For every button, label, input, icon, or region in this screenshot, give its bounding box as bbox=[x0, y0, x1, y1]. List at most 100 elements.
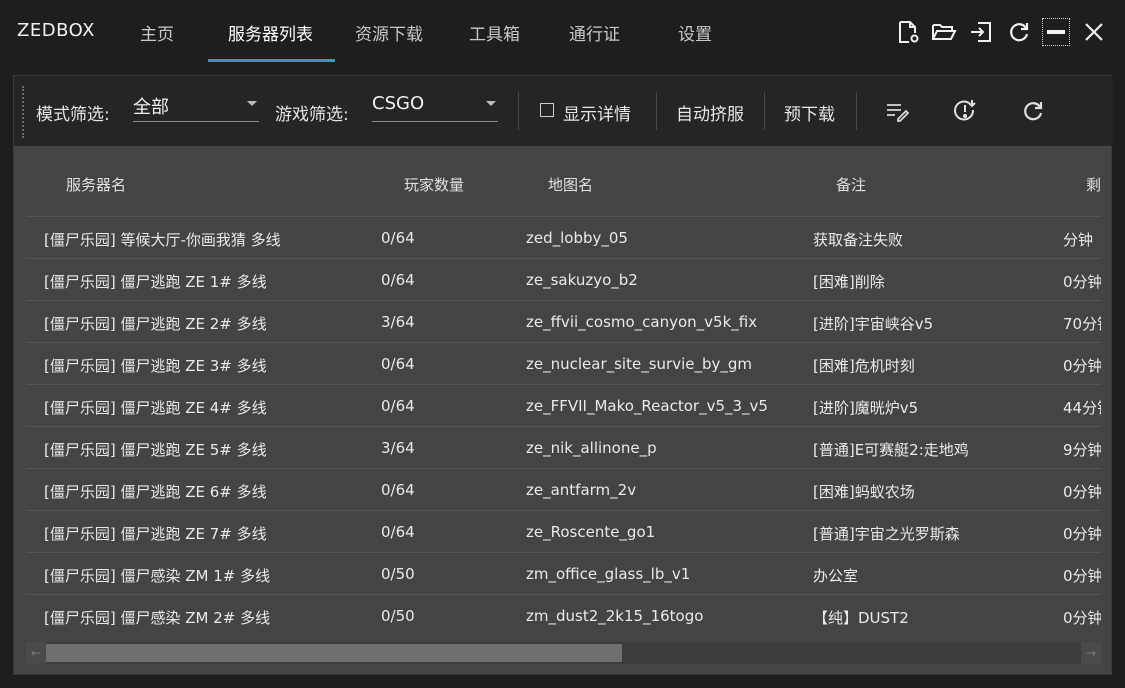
cell-server-name: [僵尸乐园] 僵尸逃跑 ZE 6# 多线 bbox=[44, 483, 267, 501]
cell-players: 0/64 bbox=[381, 355, 415, 373]
scroll-left-arrow-icon[interactable]: ← bbox=[26, 642, 46, 664]
toolbar-divider bbox=[856, 92, 857, 130]
cell-server-name: [僵尸乐园] 僵尸逃跑 ZE 2# 多线 bbox=[44, 315, 267, 333]
active-tab-indicator bbox=[208, 59, 335, 62]
column-header-map[interactable]: 地图名 bbox=[548, 174, 593, 195]
cell-note: 办公室 bbox=[813, 567, 859, 585]
table-row[interactable]: [僵尸乐园] 僵尸逃跑 ZE 5# 多线 3/64 ze_nik_allinone_… bbox=[26, 426, 1101, 468]
server-table-body: [僵尸乐园] 等候大厅-你画我猜 多线 0/64 zed_lobby_05 获取备注失… bbox=[26, 216, 1101, 636]
table-row[interactable]: [僵尸乐园] 僵尸逃跑 ZE 4# 多线 0/64 ze_FFVII_Mako_Re… bbox=[26, 384, 1101, 426]
cell-players: 3/64 bbox=[381, 313, 415, 331]
cell-map: ze_nik_allinone_p bbox=[526, 439, 657, 457]
cell-note: [进阶]宇宙峡谷v5 bbox=[813, 315, 934, 333]
edit-list-icon[interactable] bbox=[885, 98, 911, 124]
toolbar-divider bbox=[764, 92, 765, 130]
cell-remaining: 0分钟 bbox=[1063, 609, 1101, 627]
game-filter-select[interactable]: CSGO bbox=[372, 92, 498, 122]
table-row[interactable]: [僵尸乐园] 僵尸感染 ZM 1# 多线 0/50 zm_office_glass_… bbox=[26, 552, 1101, 594]
cell-map: zed_lobby_05 bbox=[526, 229, 628, 247]
cell-remaining: 分钟 bbox=[1063, 231, 1094, 249]
cell-server-name: [僵尸乐园] 僵尸感染 ZM 2# 多线 bbox=[44, 609, 271, 627]
toolbar-grip[interactable] bbox=[22, 86, 24, 138]
table-row[interactable]: [僵尸乐园] 僵尸感染 ZM 2# 多线 0/50 zm_dust2_2k15_16… bbox=[26, 594, 1101, 636]
table-row[interactable]: [僵尸乐园] 僵尸逃跑 ZE 3# 多线 0/64 ze_nuclear_site_… bbox=[26, 342, 1101, 384]
cell-players: 0/64 bbox=[381, 397, 415, 415]
table-row[interactable]: [僵尸乐园] 等候大厅-你画我猜 多线 0/64 zed_lobby_05 获取备注失… bbox=[26, 216, 1101, 258]
cell-players: 0/64 bbox=[381, 271, 415, 289]
cell-players: 0/50 bbox=[381, 565, 415, 583]
filter-toolbar: 模式筛选: 全部 游戏筛选: CSGO 显示详情 自动挤服 预下载 bbox=[14, 76, 1113, 146]
file-settings-icon[interactable] bbox=[894, 18, 922, 46]
column-header-server-name[interactable]: 服务器名 bbox=[66, 174, 126, 195]
cell-note: 【纯】DUST2 bbox=[813, 609, 909, 627]
toolbar-divider bbox=[518, 92, 519, 130]
show-details-checkbox[interactable] bbox=[540, 103, 554, 117]
close-icon[interactable] bbox=[1080, 18, 1108, 46]
app-brand: ZEDBOX bbox=[17, 20, 95, 41]
horizontal-scrollbar[interactable]: ← → bbox=[26, 642, 1101, 664]
cell-remaining: 44分钟 bbox=[1063, 399, 1101, 417]
mode-filter-label: 模式筛选: bbox=[36, 105, 110, 125]
tab-resource-download[interactable]: 资源下载 bbox=[355, 20, 423, 45]
cell-note: [普通]E可赛艇2:走地鸡 bbox=[813, 441, 969, 459]
game-filter-value: CSGO bbox=[372, 93, 425, 114]
cell-server-name: [僵尸乐园] 僵尸逃跑 ZE 3# 多线 bbox=[44, 357, 267, 375]
cell-players: 0/64 bbox=[381, 481, 415, 499]
cell-remaining: 0分钟 bbox=[1063, 483, 1101, 501]
chevron-down-icon bbox=[247, 101, 257, 106]
minimize-icon[interactable] bbox=[1042, 18, 1070, 46]
cell-server-name: [僵尸乐园] 僵尸感染 ZM 1# 多线 bbox=[44, 567, 271, 585]
tab-server-list[interactable]: 服务器列表 bbox=[228, 20, 313, 45]
game-filter-label: 游戏筛选: bbox=[275, 105, 349, 125]
table-header: 服务器名 玩家数量 地图名 备注 剩 bbox=[26, 148, 1101, 216]
show-details-label[interactable]: 显示详情 bbox=[563, 100, 631, 125]
server-list-panel: 模式筛选: 全部 游戏筛选: CSGO 显示详情 自动挤服 预下载 服务器名 玩… bbox=[13, 75, 1113, 675]
refresh-list-icon[interactable] bbox=[1020, 98, 1046, 124]
exit-icon[interactable] bbox=[967, 18, 995, 46]
scroll-right-arrow-icon[interactable]: → bbox=[1081, 642, 1101, 664]
cell-note: [困难]危机时刻 bbox=[813, 357, 915, 375]
cell-remaining: 0分钟 bbox=[1063, 525, 1101, 543]
tab-settings[interactable]: 设置 bbox=[678, 20, 712, 45]
table-row[interactable]: [僵尸乐园] 僵尸逃跑 ZE 6# 多线 0/64 ze_antfarm_2v [困难… bbox=[26, 468, 1101, 510]
cell-note: [困难]蚂蚁农场 bbox=[813, 483, 915, 501]
tab-home[interactable]: 主页 bbox=[140, 20, 174, 45]
cell-note: [困难]削除 bbox=[813, 273, 885, 291]
auto-join-button[interactable]: 自动挤服 bbox=[676, 100, 744, 125]
cell-players: 3/64 bbox=[381, 439, 415, 457]
cell-map: ze_ffvii_cosmo_canyon_v5k_fix bbox=[526, 313, 758, 331]
cell-map: ze_sakuzyo_b2 bbox=[526, 271, 638, 289]
refresh-icon[interactable] bbox=[1005, 18, 1033, 46]
predownload-button[interactable]: 预下载 bbox=[784, 100, 835, 125]
tab-pass[interactable]: 通行证 bbox=[569, 20, 620, 45]
cell-remaining: 0分钟 bbox=[1063, 273, 1101, 291]
cell-remaining: 9分钟 bbox=[1063, 441, 1101, 459]
table-row[interactable]: [僵尸乐园] 僵尸逃跑 ZE 7# 多线 0/64 ze_Roscente_go1 [… bbox=[26, 510, 1101, 552]
mode-filter-select[interactable]: 全部 bbox=[133, 92, 259, 122]
chevron-down-icon bbox=[486, 101, 496, 106]
cell-map: ze_Roscente_go1 bbox=[526, 523, 656, 541]
column-header-note[interactable]: 备注 bbox=[836, 174, 866, 195]
scrollbar-thumb[interactable] bbox=[46, 644, 622, 662]
cell-remaining: 70分钟 bbox=[1063, 315, 1101, 333]
cell-players: 0/64 bbox=[381, 229, 415, 247]
table-row[interactable]: [僵尸乐园] 僵尸逃跑 ZE 1# 多线 0/64 ze_sakuzyo_b2 [困难… bbox=[26, 258, 1101, 300]
table-row[interactable]: [僵尸乐园] 僵尸逃跑 ZE 2# 多线 3/64 ze_ffvii_cosmo_c… bbox=[26, 300, 1101, 342]
cell-server-name: [僵尸乐园] 僵尸逃跑 ZE 7# 多线 bbox=[44, 525, 267, 543]
cell-server-name: [僵尸乐园] 等候大厅-你画我猜 多线 bbox=[44, 231, 281, 249]
cell-map: ze_FFVII_Mako_Reactor_v5_3_v5 bbox=[526, 397, 768, 415]
cell-note: 获取备注失败 bbox=[813, 231, 904, 249]
cell-map: zm_dust2_2k15_16togo bbox=[526, 607, 704, 625]
cell-map: zm_office_glass_lb_v1 bbox=[526, 565, 691, 583]
tab-toolbox[interactable]: 工具箱 bbox=[469, 20, 520, 45]
cell-server-name: [僵尸乐园] 僵尸逃跑 ZE 4# 多线 bbox=[44, 399, 267, 417]
title-bar: ZEDBOX 主页 服务器列表 资源下载 工具箱 通行证 设置 bbox=[0, 0, 1125, 62]
alert-download-icon[interactable] bbox=[952, 98, 978, 124]
cell-note: [普通]宇宙之光罗斯森 bbox=[813, 525, 960, 543]
column-header-remaining[interactable]: 剩 bbox=[1086, 174, 1101, 195]
folder-open-icon[interactable] bbox=[930, 18, 958, 46]
column-header-players[interactable]: 玩家数量 bbox=[404, 174, 464, 195]
cell-players: 0/50 bbox=[381, 607, 415, 625]
cell-map: ze_nuclear_site_survie_by_gm bbox=[526, 355, 753, 373]
cell-server-name: [僵尸乐园] 僵尸逃跑 ZE 1# 多线 bbox=[44, 273, 267, 291]
